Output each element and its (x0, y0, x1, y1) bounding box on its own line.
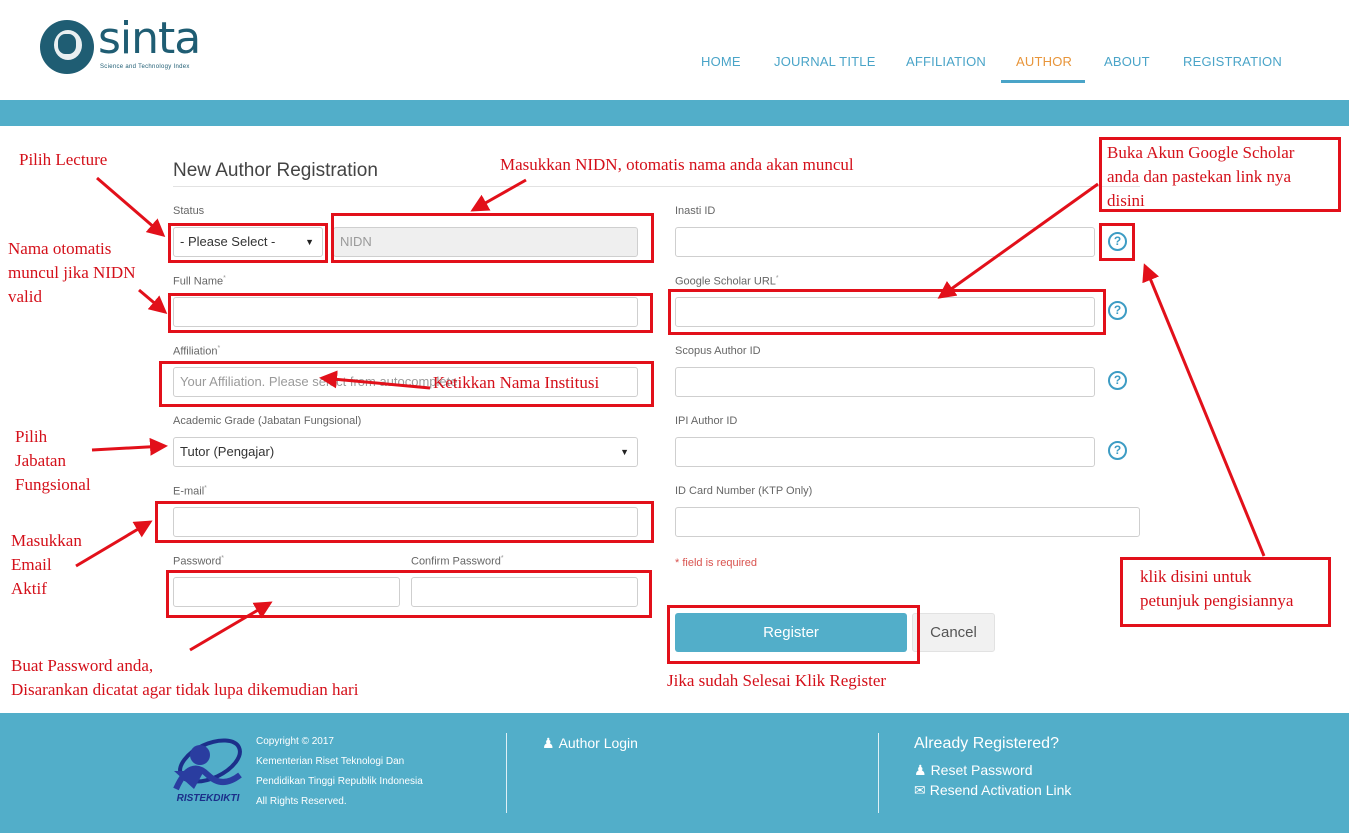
footer-divider (878, 733, 879, 813)
confirm-password-label: Confirm Password* (411, 555, 504, 568)
user-icon: ♟ (914, 762, 927, 778)
annotation-nidn: Masukkan NIDN, otomatis nama anda akan m… (500, 155, 854, 174)
ipi-input[interactable] (675, 437, 1095, 467)
annotation-box-scholar (668, 289, 1106, 335)
nav-registration[interactable]: REGISTRATION (1183, 54, 1282, 69)
caret-down-icon: ▼ (620, 447, 629, 457)
annotation-box-email (155, 501, 654, 543)
fullname-label: Full Name* (173, 275, 226, 288)
reset-password-link[interactable]: ♟ Reset Password (914, 762, 1033, 779)
annotation-register: Jika sudah Selesai Klik Register (667, 671, 887, 690)
annotation-scholar-line2: anda dan pastekan link nya (1107, 167, 1292, 186)
annotation-box-fullname (168, 293, 653, 333)
annotation-box-register (667, 605, 920, 664)
top-accent-bar (0, 100, 1349, 126)
arrow-grade (91, 437, 168, 456)
site-header: sinta Science and Technology Index HOME … (0, 0, 1349, 100)
scopus-input[interactable] (675, 367, 1095, 397)
nav-author[interactable]: AUTHOR (1016, 54, 1072, 69)
required-note: * field is required (675, 557, 757, 569)
nav-home[interactable]: HOME (701, 54, 741, 69)
arrow-email (75, 520, 153, 568)
annotation-email-line3: Aktif (11, 579, 47, 598)
scopus-label: Scopus Author ID (675, 345, 761, 357)
copyright-line2: Kementerian Riset Teknologi Dan (256, 756, 405, 767)
copyright-line3: Pendidikan Tinggi Republik Indonesia (256, 776, 423, 787)
arrow-nidn (470, 178, 527, 212)
idcard-input[interactable] (675, 507, 1140, 537)
email-label: E-mail* (173, 485, 207, 498)
title-divider (173, 186, 1140, 187)
page-title: New Author Registration (173, 160, 378, 181)
annotation-box-help (1099, 223, 1135, 261)
idcard-label: ID Card Number (KTP Only) (675, 485, 813, 497)
annotation-nama-line1: Nama otomatis (8, 239, 112, 258)
grade-value: Tutor (Pengajar) (180, 444, 275, 459)
annotation-box-password (166, 570, 652, 618)
annotation-email-line1: Masukkan (11, 531, 82, 550)
ipi-label: IPI Author ID (675, 415, 738, 427)
annotation-scholar-line3: disini (1107, 191, 1145, 210)
annotation-password-line2: Disarankan dicatat agar tidak lupa dikem… (11, 680, 359, 699)
annotation-jabatan-line3: Fungsional (15, 475, 91, 494)
copyright-line1: Copyright © 2017 (256, 736, 334, 747)
resend-activation-link[interactable]: ✉ Resend Activation Link (914, 782, 1071, 799)
sinta-logo-icon[interactable] (40, 20, 94, 74)
annotation-box-status (168, 223, 328, 263)
nav-active-indicator (1001, 80, 1085, 83)
annotation-box-nidn (331, 213, 654, 263)
nav-affiliation[interactable]: AFFILIATION (906, 54, 986, 69)
user-icon: ♟ (542, 735, 555, 751)
already-registered-heading: Already Registered? (914, 735, 1059, 752)
annotation-jabatan-line1: Pilih (15, 427, 48, 446)
logo-text[interactable]: sinta (98, 14, 201, 64)
inasti-label: Inasti ID (675, 205, 716, 217)
annotation-nama-line3: valid (8, 287, 42, 306)
arrow-fullname (138, 288, 168, 314)
logo-subtitle: Science and Technology Index (100, 64, 190, 70)
ristekdikti-logo-icon: RISTEKDIKTI (173, 738, 242, 803)
annotation-help-line1: klik disini untuk (1140, 567, 1252, 586)
help-icon[interactable]: ? (1108, 441, 1127, 460)
envelope-icon: ✉ (914, 782, 926, 798)
scholar-label: Google Scholar URL* (675, 275, 779, 288)
password-label: Password* (173, 555, 225, 568)
ristekdikti-logo-text: RISTEKDIKTI (177, 793, 240, 803)
cancel-button[interactable]: Cancel (912, 613, 995, 652)
inasti-input[interactable] (675, 227, 1095, 257)
site-footer: RISTEKDIKTI Copyright © 2017 Kementerian… (0, 713, 1349, 833)
grade-label: Academic Grade (Jabatan Fungsional) (173, 415, 362, 427)
grade-select[interactable]: Tutor (Pengajar) ▼ (173, 437, 638, 467)
nav-about[interactable]: ABOUT (1104, 54, 1150, 69)
footer-divider (506, 733, 507, 813)
annotation-scholar-line1: Buka Akun Google Scholar (1107, 143, 1295, 162)
annotation-institusi: Ketikkan Nama Institusi (433, 373, 600, 392)
nav-journal-title[interactable]: JOURNAL TITLE (774, 54, 876, 69)
arrow-help (1142, 263, 1266, 557)
annotation-jabatan-line2: Jabatan (15, 451, 66, 470)
annotation-help-line2: petunjuk pengisiannya (1140, 591, 1294, 610)
author-login-link[interactable]: ♟ Author Login (542, 735, 638, 752)
affiliation-label: Affiliation* (173, 345, 221, 358)
copyright-line4: All Rights Reserved. (256, 796, 347, 807)
annotation-nama-line2: muncul jika NIDN (8, 263, 136, 282)
help-icon[interactable]: ? (1108, 371, 1127, 390)
annotation-password-line1: Buat Password anda, (11, 656, 154, 675)
arrow-status (96, 176, 166, 237)
help-icon[interactable]: ? (1108, 301, 1127, 320)
annotation-pilih-lecture: Pilih Lecture (19, 150, 108, 169)
status-label: Status (173, 205, 205, 217)
annotation-email-line2: Email (11, 555, 52, 574)
